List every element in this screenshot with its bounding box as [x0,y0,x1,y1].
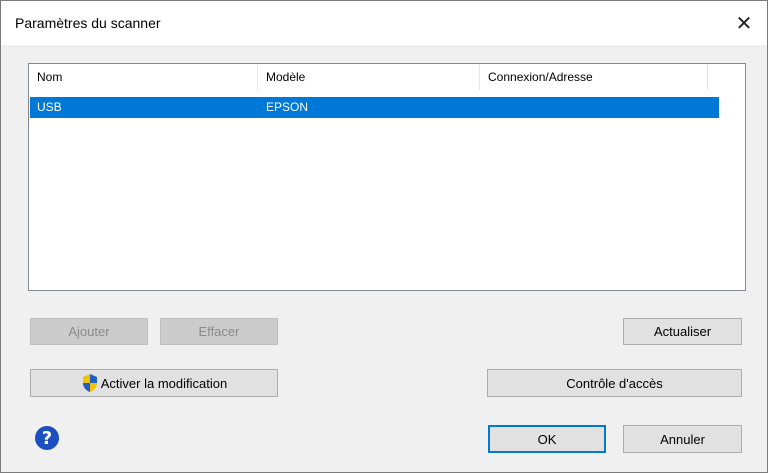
cell-nom: USB [37,100,62,114]
access-control-button[interactable]: Contrôle d'accès [487,369,742,397]
enable-modification-button[interactable]: Activer la modification [30,369,278,397]
cell-modele: EPSON [266,100,309,114]
column-header-connexion[interactable]: Connexion/Adresse [480,64,708,90]
cell-connexion [481,97,709,118]
help-icon[interactable]: ? [35,426,59,450]
scanner-settings-dialog: Paramètres du scanner ✕ Nom Modèle Conne… [0,0,768,473]
scanner-list[interactable]: Nom Modèle Connexion/Adresse USB EPSON [28,63,746,291]
refresh-button[interactable]: Actualiser [623,318,742,345]
list-row-selected[interactable]: USB EPSON [30,97,719,118]
column-header-modele[interactable]: Modèle [258,64,480,90]
cancel-button[interactable]: Annuler [623,425,742,453]
ok-button[interactable]: OK [488,425,606,453]
enable-modification-label: Activer la modification [100,375,228,391]
title-bar: Paramètres du scanner ✕ [1,1,767,45]
close-icon[interactable]: ✕ [721,1,767,45]
uac-shield-icon [82,374,97,392]
list-header: Nom Modèle Connexion/Adresse [29,64,719,90]
delete-button[interactable]: Effacer [160,318,278,345]
column-header-nom[interactable]: Nom [29,64,258,90]
add-button[interactable]: Ajouter [30,318,148,345]
dialog-title: Paramètres du scanner [15,15,161,31]
header-filler [708,64,719,90]
